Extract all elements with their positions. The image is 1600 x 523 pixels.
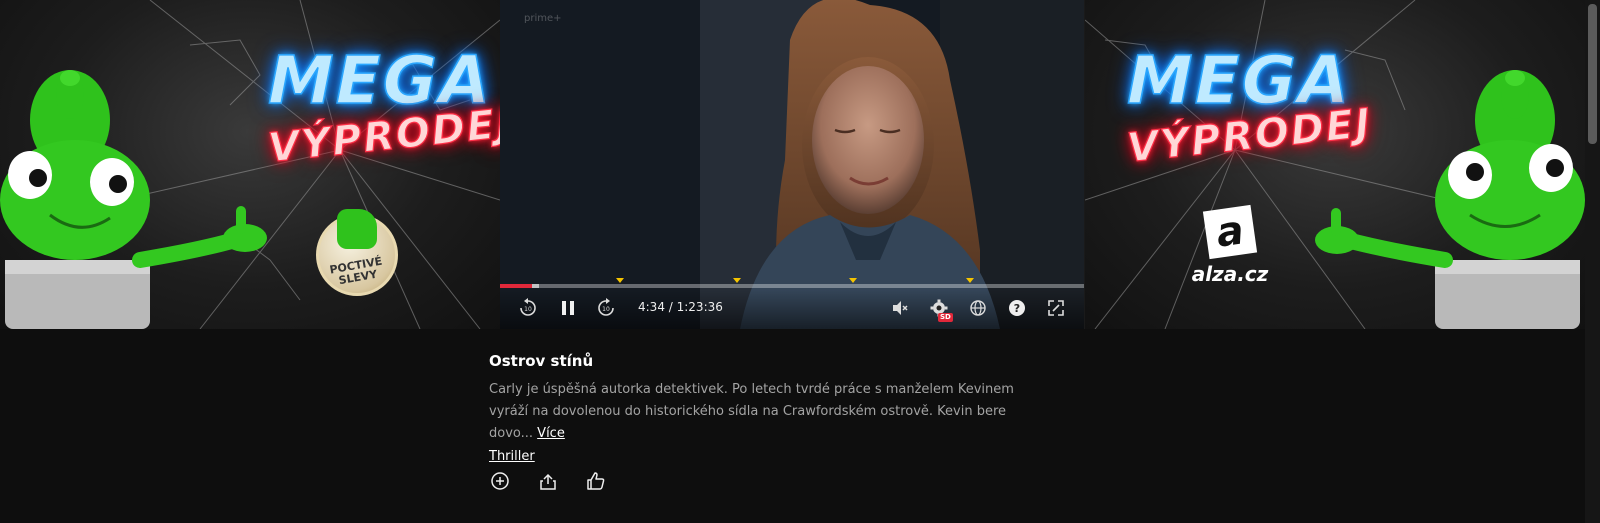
add-circle-icon[interactable]	[489, 470, 511, 492]
page-scrollbar[interactable]	[1585, 0, 1600, 523]
thumbs-up-icon[interactable]	[585, 470, 607, 492]
description-text: Carly je úspěšná autorka detektivek. Po …	[489, 382, 1014, 441]
svg-text:10: 10	[602, 306, 610, 313]
ad-banner-right[interactable]: MEGA VÝPRODEJ	[1085, 0, 1585, 329]
alza-brand-text: alza.cz	[1191, 262, 1269, 286]
quality-badge: SD	[938, 313, 953, 322]
played-bar	[500, 284, 533, 288]
thumbs-up-graphic	[337, 209, 377, 249]
svg-text:?: ?	[1014, 302, 1020, 315]
scrollbar-thumb[interactable]	[1588, 4, 1597, 144]
pause-icon[interactable]	[556, 296, 580, 320]
ad-mega-text: MEGA VÝPRODEJ	[1125, 41, 1375, 172]
movie-title: Ostrov stínů	[489, 352, 594, 370]
more-link[interactable]: Více	[537, 426, 565, 441]
gear-icon[interactable]: SD	[927, 296, 953, 322]
volume-muted-icon[interactable]	[888, 296, 912, 320]
chapter-marker[interactable]	[732, 278, 741, 283]
ad-badge: POCTIVÉ SLEVY	[316, 209, 398, 296]
rewind-10-icon[interactable]: 10	[516, 296, 540, 320]
share-icon[interactable]	[537, 470, 559, 492]
chapter-marker[interactable]	[615, 278, 624, 283]
alza-logo-mark: a	[1202, 204, 1258, 260]
hero-area: MEGA VÝPRODEJ POCTIVÉ SLEVY prime+ 10 10…	[0, 0, 1585, 329]
chapter-marker[interactable]	[966, 278, 975, 283]
movie-info: Ostrov stínů Carly je úspěšná autorka de…	[489, 352, 1089, 464]
forward-10-icon[interactable]: 10	[594, 296, 618, 320]
channel-watermark: prime+	[524, 13, 562, 24]
ad-mega-text: MEGA VÝPRODEJ	[266, 41, 500, 172]
svg-text:10: 10	[524, 306, 532, 313]
movie-description: Carly je úspěšná autorka detektivek. Po …	[489, 379, 1049, 445]
help-icon[interactable]: ?	[1005, 296, 1029, 320]
action-bar	[489, 470, 607, 492]
ad-badge-text: POCTIVÉ SLEVY	[328, 254, 384, 288]
video-player[interactable]: prime+ 10 10 4:34 / 1:23:36 SD ?	[500, 0, 1084, 329]
time-display: 4:34 / 1:23:36	[638, 300, 723, 314]
globe-icon[interactable]	[966, 296, 990, 320]
chapter-marker[interactable]	[849, 278, 858, 283]
genre-link[interactable]: Thriller	[489, 449, 535, 464]
ad-banner-left[interactable]: MEGA VÝPRODEJ POCTIVÉ SLEVY	[0, 0, 500, 329]
progress-bar[interactable]	[500, 278, 1084, 288]
alza-logo[interactable]: a alza.cz	[1190, 204, 1270, 286]
video-frame	[500, 0, 1084, 329]
fullscreen-icon[interactable]	[1044, 296, 1068, 320]
control-bar: 10 10 4:34 / 1:23:36 SD ?	[500, 290, 1084, 329]
